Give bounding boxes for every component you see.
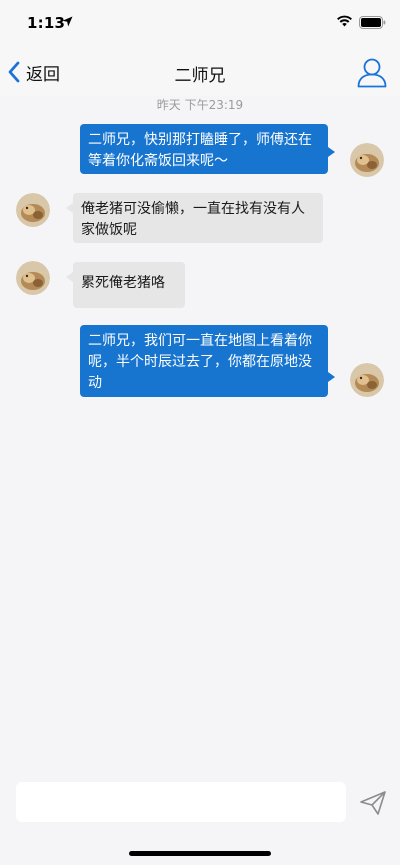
- user-avatar[interactable]: [350, 363, 384, 397]
- bubble-tail: [328, 372, 335, 382]
- incoming-message-bubble[interactable]: 累死俺老猪咯: [73, 262, 185, 308]
- bubble-tail: [66, 272, 73, 282]
- user-avatar[interactable]: [350, 143, 384, 177]
- battery-icon: [359, 16, 386, 29]
- message-text: 累死俺老猪咯: [81, 275, 165, 291]
- message-input[interactable]: [16, 782, 346, 822]
- status-time: 1:13: [27, 14, 66, 32]
- message-text: 二师兄，快别那打瞌睡了，师傅还在等着你化斋饭回来呢～: [88, 132, 312, 169]
- home-indicator: [129, 851, 271, 856]
- contact-avatar[interactable]: [16, 261, 50, 295]
- send-icon[interactable]: [358, 788, 388, 818]
- chat-timestamp: 昨天 下午23:19: [156, 98, 244, 112]
- status-bar: 1:13: [0, 0, 400, 48]
- outgoing-message-bubble[interactable]: 二师兄，快别那打瞌睡了，师傅还在等着你化斋饭回来呢～: [80, 124, 328, 174]
- message-input-bar: [0, 772, 400, 834]
- navigation-bar: 返回 二师兄: [0, 48, 400, 96]
- outgoing-message-bubble[interactable]: 二师兄，我们可一直在地图上看着你呢，半个时辰过去了，你都在原地没动: [80, 325, 328, 397]
- message-text: 俺老猪可没偷懒，一直在找有没有人家做饭呢: [81, 201, 305, 238]
- contact-avatar[interactable]: [16, 193, 50, 227]
- location-arrow-icon: [62, 16, 73, 27]
- bubble-tail: [328, 147, 335, 157]
- incoming-message-bubble[interactable]: 俺老猪可没偷懒，一直在找有没有人家做饭呢: [73, 193, 323, 243]
- profile-icon[interactable]: [356, 56, 388, 88]
- wifi-icon: [337, 15, 352, 27]
- message-text: 二师兄，我们可一直在地图上看着你呢，半个时辰过去了，你都在原地没动: [88, 333, 312, 391]
- page-title: 二师兄: [174, 66, 226, 86]
- bubble-tail: [66, 203, 73, 213]
